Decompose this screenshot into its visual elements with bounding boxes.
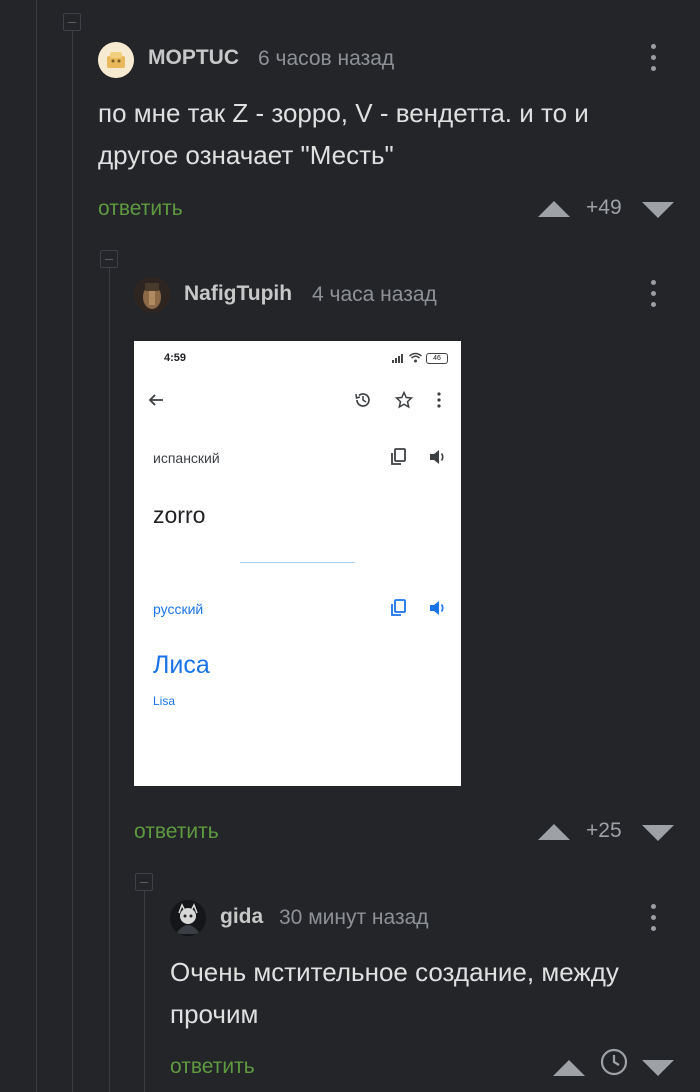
collapse-icon[interactable]	[135, 873, 153, 891]
kebab-menu-icon[interactable]	[643, 42, 663, 74]
status-time: 4:59	[164, 352, 187, 364]
timestamp[interactable]: 30 минут назад	[279, 906, 429, 930]
avatar[interactable]	[98, 42, 134, 78]
username[interactable]: MOPTUC	[148, 46, 239, 70]
collapse-icon[interactable]	[100, 250, 118, 268]
clock-icon	[600, 1048, 628, 1076]
thread-line-level3	[144, 891, 145, 1092]
username[interactable]: gida	[220, 905, 263, 929]
timestamp[interactable]: 4 часа назад	[312, 283, 437, 307]
divider	[240, 562, 355, 563]
downvote-icon[interactable]	[642, 1060, 674, 1076]
wifi-icon	[409, 352, 422, 363]
more-icon[interactable]	[436, 392, 442, 408]
history-icon[interactable]	[354, 391, 372, 409]
copy-icon[interactable]	[390, 599, 406, 617]
collapse-icon[interactable]	[63, 13, 81, 31]
battery-level: 46	[433, 355, 441, 362]
thread-line-level2	[109, 268, 110, 1092]
comment-text: Очень мстительное создание, между прочим	[170, 957, 619, 1029]
upvote-icon[interactable]	[538, 824, 570, 840]
timestamp[interactable]: 6 часов назад	[258, 47, 394, 71]
battery-icon: 46	[426, 353, 448, 364]
back-arrow-icon[interactable]	[148, 392, 164, 408]
comment-text: по мне так Z - зорро, V - вендетта. и то…	[98, 98, 589, 170]
downvote-icon[interactable]	[642, 825, 674, 841]
reply-button[interactable]: ответить	[134, 820, 219, 844]
translated-text: Лиса	[153, 651, 210, 679]
target-language[interactable]: русский	[153, 601, 203, 617]
thread-line-level1	[72, 30, 73, 1092]
upvote-icon[interactable]	[538, 201, 570, 217]
transliteration: Lisa	[153, 694, 176, 708]
speaker-icon[interactable]	[429, 449, 447, 465]
avatar[interactable]	[170, 900, 206, 936]
username[interactable]: NafigTupih	[184, 282, 292, 306]
kebab-menu-icon[interactable]	[643, 902, 663, 934]
rating: +25	[586, 819, 622, 842]
source-language[interactable]: испанский	[153, 450, 220, 466]
reply-button[interactable]: ответить	[170, 1055, 255, 1079]
kebab-menu-icon[interactable]	[643, 278, 663, 310]
upvote-icon[interactable]	[553, 1060, 585, 1076]
attached-image[interactable]: 4:59 46 испанский zorro русский Лиса Lis…	[134, 341, 461, 786]
downvote-icon[interactable]	[642, 202, 674, 218]
copy-icon[interactable]	[390, 448, 406, 466]
signal-icon	[392, 354, 403, 363]
star-icon[interactable]	[395, 391, 413, 409]
avatar[interactable]	[134, 277, 170, 313]
thread-line-left	[36, 0, 37, 1092]
speaker-icon[interactable]	[429, 600, 447, 616]
reply-button[interactable]: ответить	[98, 197, 183, 221]
source-text[interactable]: zorro	[153, 502, 205, 529]
rating: +49	[586, 196, 622, 219]
